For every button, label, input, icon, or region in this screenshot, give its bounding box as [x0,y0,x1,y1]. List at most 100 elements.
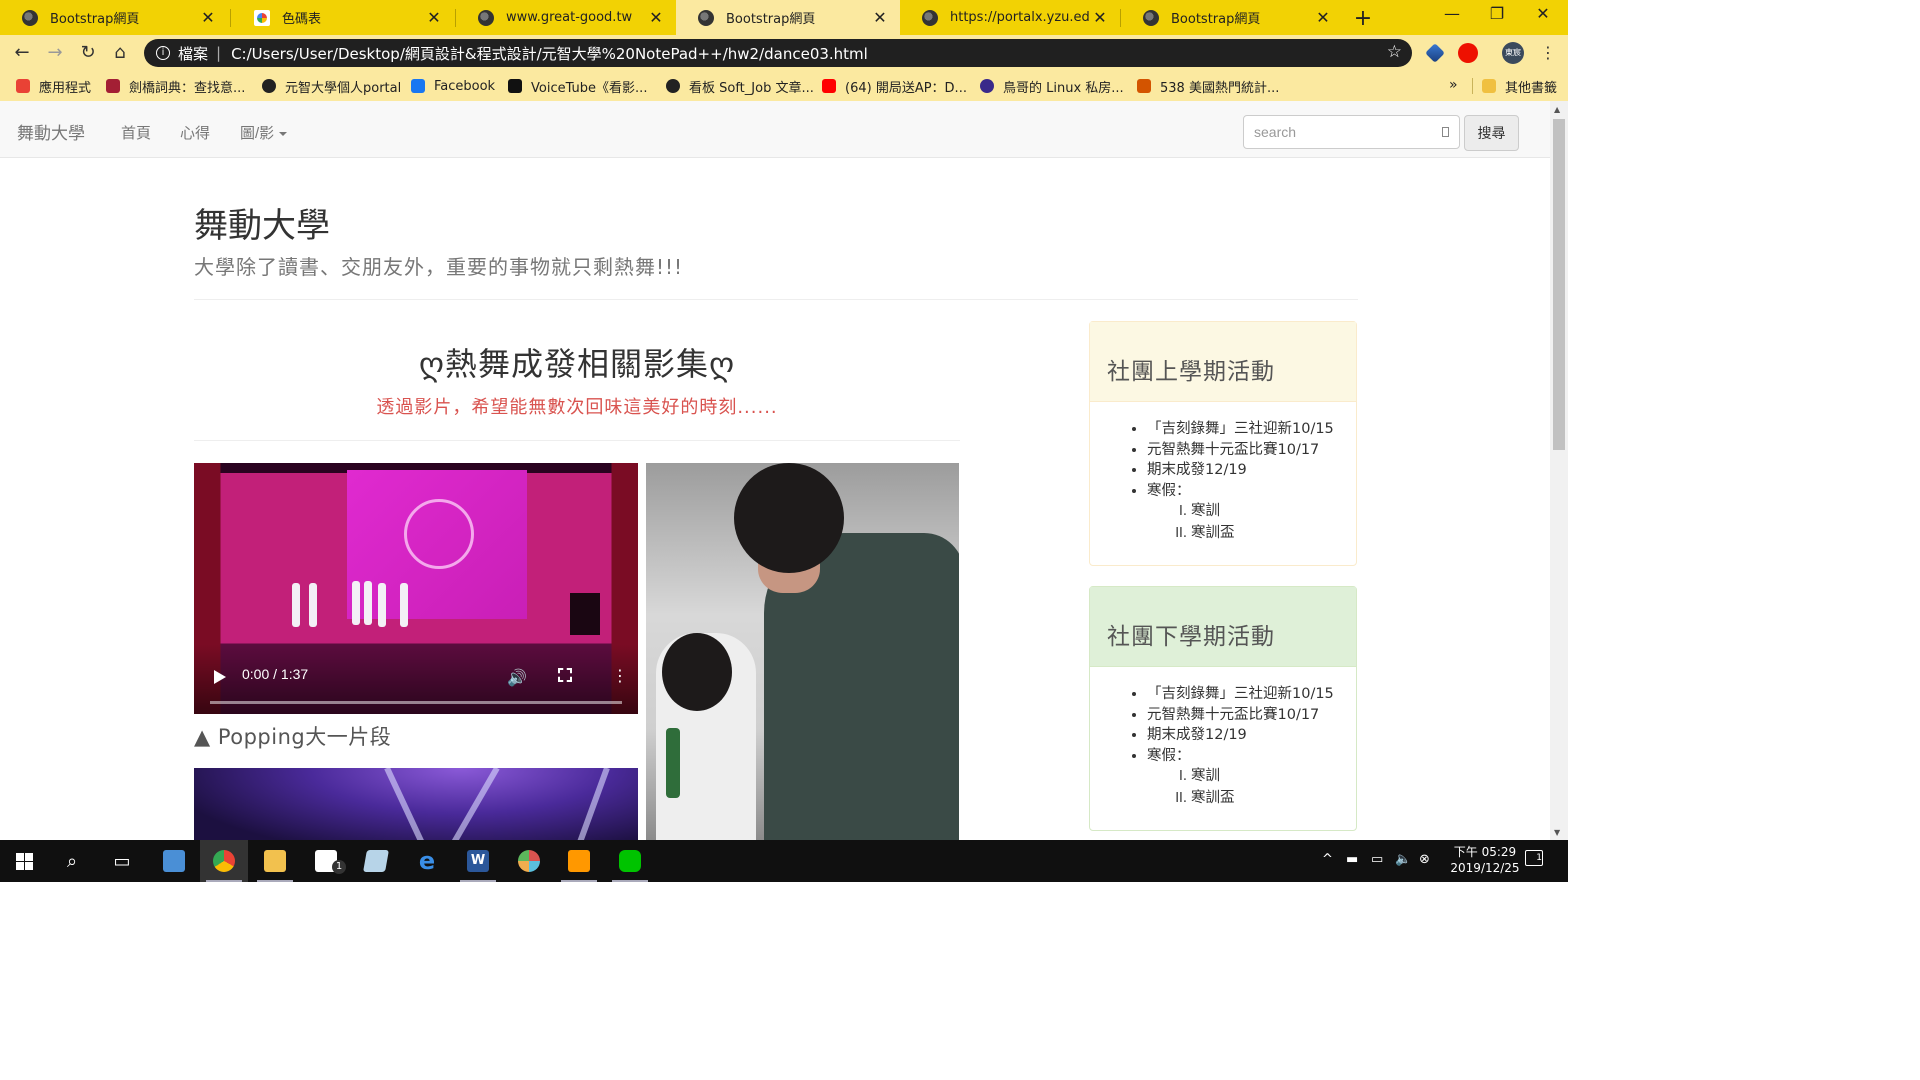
info-icon[interactable]: i [156,46,170,60]
list-item: 元智熱舞十元盃比賽10/17 [1147,440,1356,461]
stage-speaker [570,593,600,635]
sub-list-item: I. 寒訓 [1171,766,1356,788]
dancer [400,583,408,627]
bookmark-vbird[interactable]: 鳥哥的 Linux 私房... [980,71,1124,101]
profile-avatar[interactable]: 東宸 [1502,42,1524,64]
bookmark-youtube[interactable]: (64) 開局送AP：D... [822,71,967,101]
panel-heading: 社團上學期活動 [1090,322,1356,402]
task-view-icon[interactable]: ▭ [98,840,146,882]
home-icon[interactable]: ⌂ [108,41,132,65]
forward-arrow-icon[interactable]: → [43,41,67,65]
back-arrow-icon[interactable]: ← [10,41,34,65]
url-text: C:/Users/User/Desktop/網頁設計&程式設計/元智大學%20N… [231,44,868,63]
nav-home-link[interactable]: 首頁 [121,122,151,143]
tab-title: https://portalx.yzu.edu.tw/ [950,10,1090,25]
volume-icon[interactable]: 🔊 [507,668,527,687]
word-icon[interactable]: W [454,840,502,882]
maximize-button[interactable]: ❐ [1487,4,1507,23]
input-method-icon[interactable]: ⊗ [1419,852,1430,867]
mail-icon[interactable]: 1 [302,840,350,882]
search-icon[interactable]: ⌕ [48,840,96,882]
other-bookmarks-folder[interactable]: 其他書籤 [1482,71,1557,101]
video-progress-bar[interactable] [210,701,622,704]
activity-list: 「吉刻錄舞」三社迎新10/15 元智熱舞十元盃比賽10/17 期末成發12/19… [1090,402,1356,544]
video-player-2[interactable] [194,768,638,840]
panel-first-semester: 社團上學期活動 「吉刻錄舞」三社迎新10/15 元智熱舞十元盃比賽10/17 期… [1089,321,1357,566]
close-tab-icon[interactable]: ✕ [424,8,444,27]
list-item: 「吉刻錄舞」三社迎新10/15 [1147,419,1356,440]
scroll-up-icon[interactable]: ▲ [1554,105,1560,114]
chrome-taskbar-icon[interactable] [200,840,248,882]
network-icon[interactable]: ▭ [1371,852,1383,867]
extension-icon[interactable] [1425,43,1445,63]
dancer [292,583,300,627]
close-window-button[interactable]: ✕ [1533,4,1553,23]
close-tab-icon[interactable]: ✕ [198,8,218,27]
volume-icon[interactable]: 🔈 [1395,852,1411,867]
bookmark-facebook[interactable]: Facebook [411,71,495,101]
bookmark-cambridge[interactable]: 劍橋詞典：查找意... [106,71,245,101]
scroll-down-icon[interactable]: ▼ [1554,828,1560,837]
adblock-extension-icon[interactable] [1458,43,1478,63]
edge-icon[interactable]: e [403,840,451,882]
more-menu-icon[interactable]: ⋮ [1540,43,1556,62]
folder-icon [1482,79,1496,93]
youtube-icon [822,79,836,93]
notes-app-icon[interactable] [352,840,400,882]
more-options-icon[interactable]: ⋮ [612,666,628,685]
close-tab-icon[interactable]: ✕ [646,8,666,27]
bookmarks-overflow-button[interactable]: » [1449,77,1458,93]
reload-icon[interactable]: ↻ [76,41,100,65]
roman-numeral: I. [1179,769,1187,784]
notification-center-icon[interactable]: 1 [1525,850,1543,866]
input-glyph-icon [1442,127,1449,137]
nav-media-dropdown[interactable]: 圖/影 [240,122,288,143]
bookmark-label: (64) 開局送AP：D... [845,80,967,96]
tab-1[interactable]: Bootstrap網頁 ✕ [0,0,228,35]
fullscreen-icon[interactable] [558,668,572,682]
tab-4-active[interactable]: Bootstrap網頁 ✕ [676,0,900,35]
taskbar-clock[interactable]: 下午 05:29 2019/12/25 [1440,844,1530,876]
new-tab-button[interactable]: + [1352,6,1374,31]
video-player[interactable]: 0:00 / 1:37 🔊 ⋮ [194,463,638,714]
tab-2[interactable]: 色碼表 ✕ [232,0,454,35]
close-tab-icon[interactable]: ✕ [1090,8,1110,27]
tab-3[interactable]: www.great-good.tw ✕ [456,0,676,35]
tray-chevron-icon[interactable]: ^ [1322,852,1333,867]
bookmark-apps[interactable]: 應用程式 [16,71,91,101]
list-item-label: 寒假： [1147,747,1191,764]
play-icon[interactable] [214,670,226,684]
search-input[interactable]: search [1243,115,1460,149]
bookmark-voicetube[interactable]: VoiceTube《看影... [508,71,647,101]
facebook-icon [411,79,425,93]
line-app-icon[interactable] [606,840,654,882]
gallery-title: ღ熱舞成發相關影集ღ [418,345,736,383]
battery-icon[interactable]: ▬ [1346,852,1358,867]
minimize-button[interactable]: — [1442,4,1462,23]
close-tab-icon[interactable]: ✕ [870,8,890,27]
bookmark-star-icon[interactable]: ☆ [1387,42,1402,62]
nav-experience-link[interactable]: 心得 [180,122,210,143]
tab-6[interactable]: Bootstrap網頁 ✕ [1121,0,1343,35]
windows-start-icon[interactable] [0,840,48,882]
sub-item-label: 寒訓 [1191,503,1220,519]
search-button[interactable]: 搜尋 [1464,115,1519,151]
globe-icon [262,79,276,93]
bookmark-ptt[interactable]: 看板 Soft_Job 文章... [666,71,814,101]
panel-heading: 社團下學期活動 [1090,587,1356,667]
paint-icon[interactable] [505,840,553,882]
navbar-brand[interactable]: 舞動大學 [17,119,85,144]
tab-5[interactable]: https://portalx.yzu.edu.tw/ ✕ [900,0,1120,35]
bookmark-yzu-portal[interactable]: 元智大學個人portal [262,71,401,101]
page-scrollbar[interactable]: ▲ ▼ [1550,101,1568,840]
sub-list-item: I. 寒訓 [1171,501,1356,523]
file-explorer-icon[interactable] [251,840,299,882]
scrollbar-thumb[interactable] [1553,119,1565,450]
active-indicator [612,880,648,882]
address-bar[interactable]: i 檔案 | C:/Users/User/Desktop/網頁設計&程式設計/元… [144,39,1412,67]
bookmark-538[interactable]: 538 美國熱門統計... [1137,71,1279,101]
bookmark-label: 劍橋詞典：查找意... [129,80,246,96]
contacts-app-icon[interactable] [150,840,198,882]
sublime-text-icon[interactable] [555,840,603,882]
close-tab-icon[interactable]: ✕ [1313,8,1333,27]
